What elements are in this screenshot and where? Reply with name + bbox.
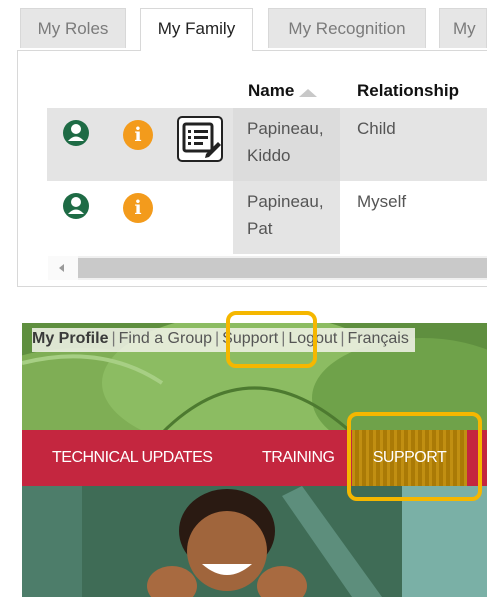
- child-photo: [22, 486, 487, 597]
- nav-training[interactable]: TRAINING: [262, 430, 335, 486]
- info-icon[interactable]: i: [123, 193, 153, 223]
- column-header-name[interactable]: Name: [248, 81, 294, 101]
- person-icon[interactable]: [63, 193, 89, 219]
- member-name[interactable]: Papineau, Kiddo: [247, 115, 337, 169]
- tab-my-recognition[interactable]: My Recognition: [268, 8, 426, 48]
- table-row: i Papineau, Pat Myself: [47, 181, 487, 254]
- edit-icon[interactable]: [177, 116, 223, 162]
- table-row: i Papineau, Kiddo Child: [47, 108, 487, 181]
- tab-my-truncated[interactable]: My: [439, 8, 487, 48]
- scrollbar-thumb[interactable]: [78, 258, 487, 278]
- highlight-support-nav: [347, 412, 482, 501]
- member-relationship: Myself: [357, 192, 407, 211]
- link-find-a-group[interactable]: Find a Group: [119, 330, 212, 347]
- member-name[interactable]: Papineau, Pat: [247, 188, 337, 242]
- link-my-profile[interactable]: My Profile: [32, 330, 108, 347]
- sort-ascending-icon[interactable]: [299, 89, 317, 97]
- top-links-bar: My Profile | Find a Group | Support | Logout | F…: [32, 328, 415, 352]
- tab-my-family[interactable]: My Family: [140, 8, 253, 51]
- info-icon[interactable]: i: [123, 120, 153, 150]
- highlight-support-link: [226, 311, 317, 368]
- nav-technical-updates[interactable]: TECHNICAL UPDATES: [52, 430, 213, 486]
- horizontal-scrollbar[interactable]: [48, 256, 487, 280]
- link-francais[interactable]: Français: [347, 330, 408, 347]
- column-header-relationship[interactable]: Relationship: [357, 81, 459, 101]
- tab-bar: My Roles My Family My Recognition My: [20, 8, 487, 51]
- scroll-left-arrow-icon[interactable]: [48, 256, 78, 280]
- person-icon[interactable]: [63, 120, 89, 146]
- member-relationship: Child: [357, 119, 396, 138]
- tab-my-roles[interactable]: My Roles: [20, 8, 126, 48]
